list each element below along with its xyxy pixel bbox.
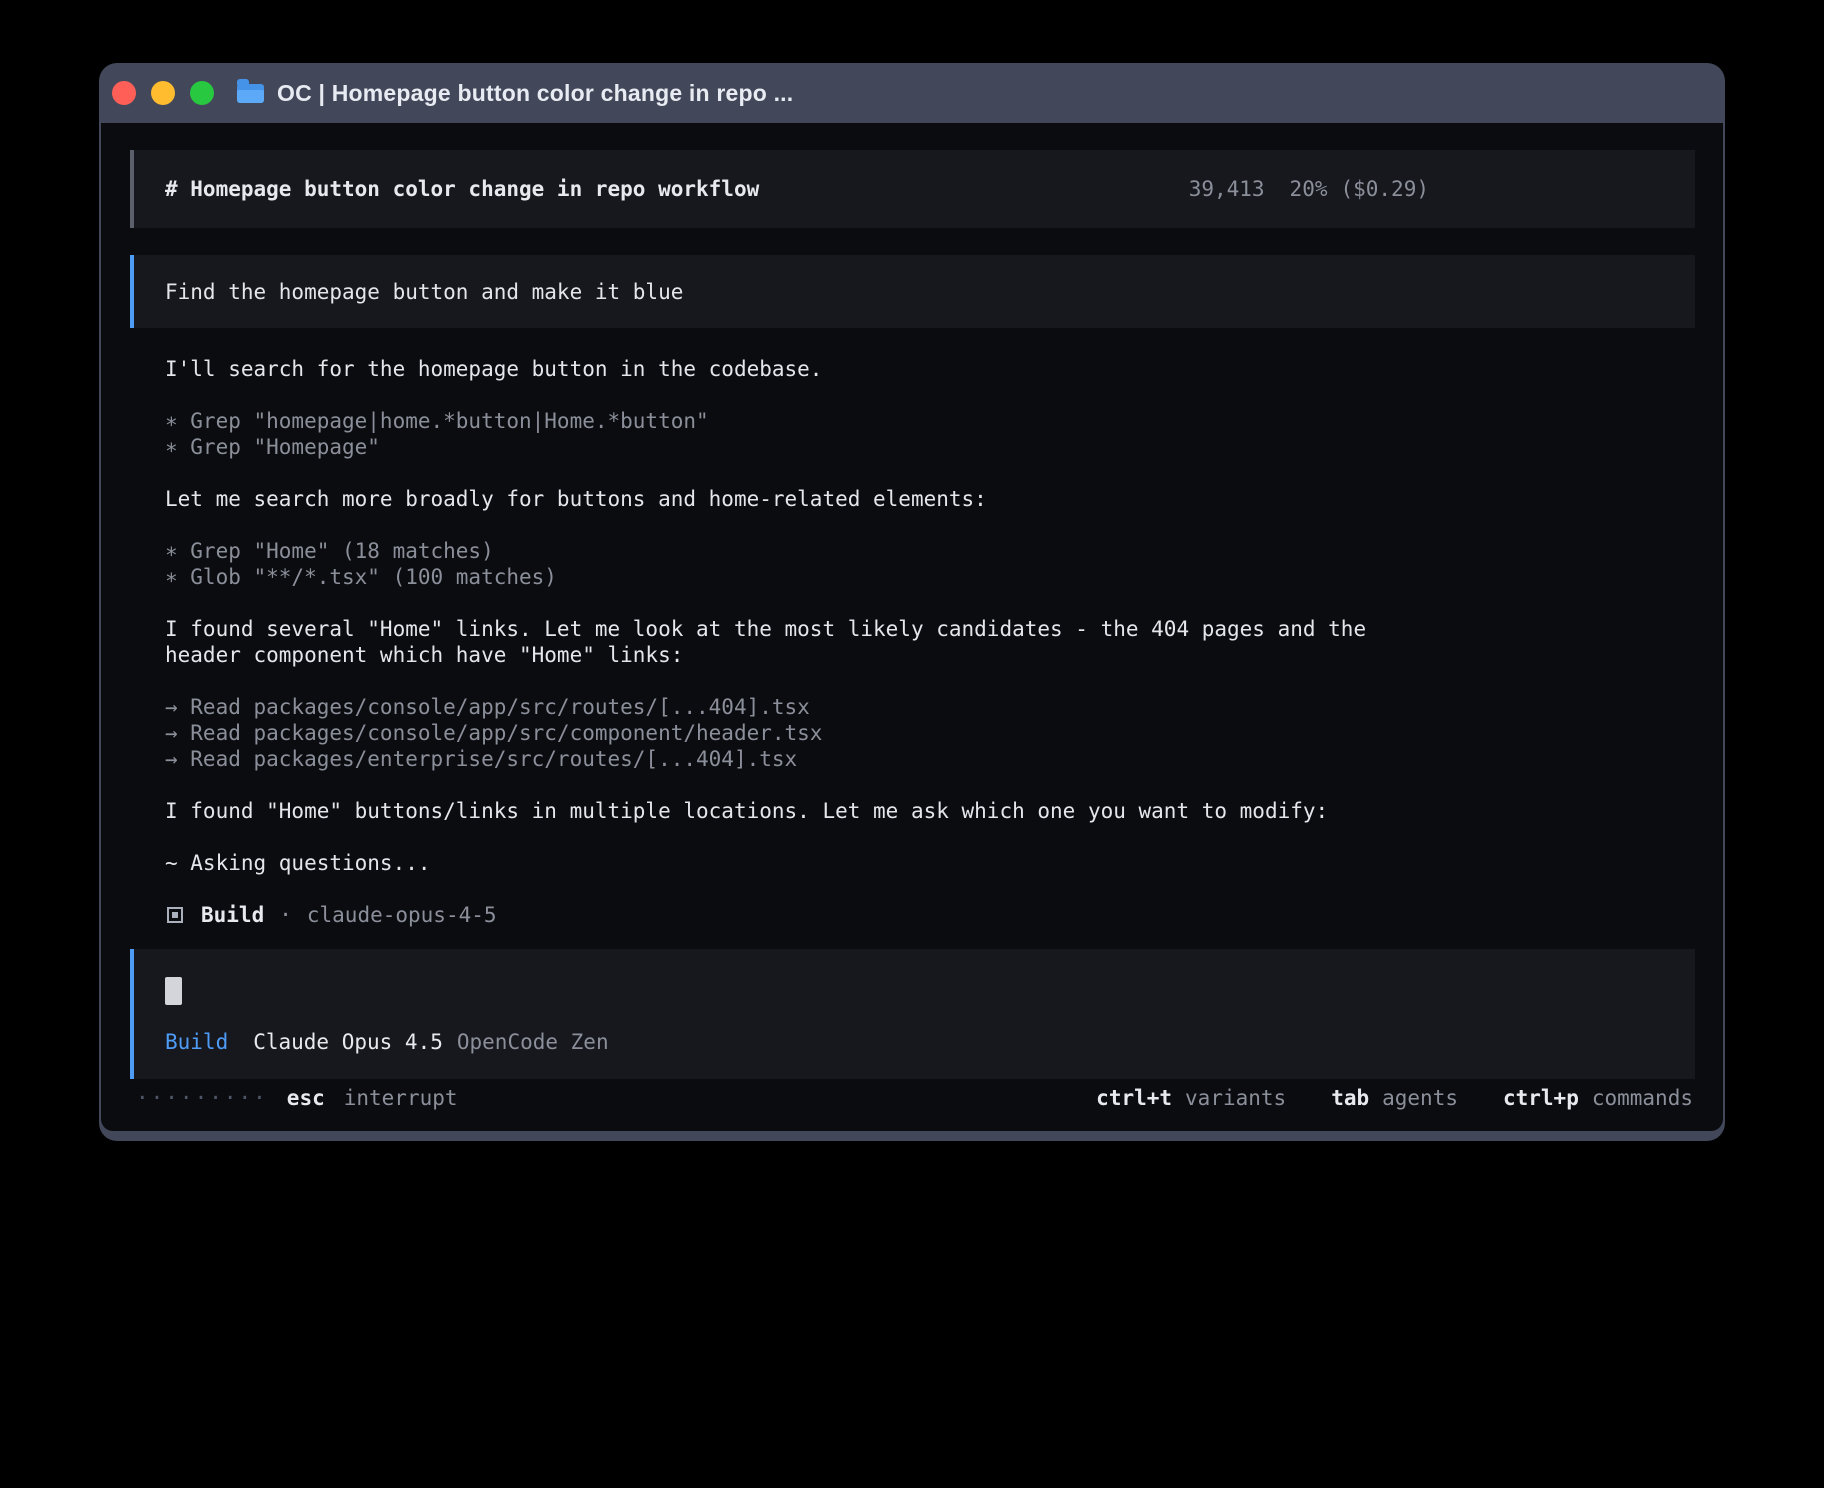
terminal-content: # Homepage button color change in repo w… xyxy=(101,123,1723,1131)
user-message: Find the homepage button and make it blu… xyxy=(130,255,1695,328)
token-count: 39,413 xyxy=(1189,176,1265,202)
zoom-button[interactable] xyxy=(190,81,214,105)
transcript: I'll search for the homepage button in t… xyxy=(130,356,1695,928)
window-title: OC | Homepage button color change in rep… xyxy=(277,80,793,107)
agent-badge: Build · claude-opus-4-5 xyxy=(165,902,1695,928)
session-header: # Homepage button color change in repo w… xyxy=(130,150,1695,228)
terminal-window: OC | Homepage button color change in rep… xyxy=(99,63,1725,1141)
shortcut-key: tab xyxy=(1331,1085,1369,1111)
input-status-row: Build Claude Opus 4.5 OpenCode Zen xyxy=(165,1029,1664,1055)
agent-name: Build xyxy=(201,903,264,927)
user-message-text: Find the homepage button and make it blu… xyxy=(165,280,683,304)
assistant-message: I'll search for the homepage button in t… xyxy=(165,356,1695,382)
tool-call-grep: ∗ Grep "Home" (18 matches) xyxy=(165,538,1695,564)
status-bar: ········· esc interrupt ctrl+t variants … xyxy=(130,1085,1695,1111)
folder-icon xyxy=(237,84,264,103)
provider-label: OpenCode Zen xyxy=(457,1029,609,1055)
tool-call-read: → Read packages/console/app/src/componen… xyxy=(165,720,1695,746)
agent-icon xyxy=(167,907,183,923)
tool-call-read: → Read packages/enterprise/src/routes/[.… xyxy=(165,746,1695,772)
context-percent: 20% xyxy=(1290,176,1328,202)
shortcut-key: ctrl+p xyxy=(1503,1085,1579,1111)
text-cursor xyxy=(165,977,182,1005)
activity-dots: ········· xyxy=(136,1085,268,1111)
shortcut-label: agents xyxy=(1382,1085,1458,1111)
working-status: ~ Asking questions... xyxy=(165,850,1695,876)
session-stats: 39,413 20% ($0.29) xyxy=(1189,176,1429,202)
session-title: # Homepage button color change in repo w… xyxy=(165,176,759,202)
shortcut-key: ctrl+t xyxy=(1096,1085,1172,1111)
esc-key-hint: esc xyxy=(287,1085,325,1111)
shortcut-commands: ctrl+p commands xyxy=(1503,1085,1693,1111)
model-label[interactable]: Claude Opus 4.5 xyxy=(253,1029,443,1055)
close-button[interactable] xyxy=(112,81,136,105)
esc-label: interrupt xyxy=(344,1085,458,1111)
assistant-message: I found "Home" buttons/links in multiple… xyxy=(165,798,1695,824)
tool-call-grep: ∗ Grep "Homepage" xyxy=(165,434,1695,460)
prompt-input[interactable]: Build Claude Opus 4.5 OpenCode Zen xyxy=(130,949,1695,1079)
assistant-message: Let me search more broadly for buttons a… xyxy=(165,486,1695,512)
agent-separator: · xyxy=(279,903,292,927)
shortcut-variants: ctrl+t variants xyxy=(1096,1085,1286,1111)
tool-call-grep: ∗ Grep "homepage|home.*button|Home.*butt… xyxy=(165,408,1695,434)
tool-call-read: → Read packages/console/app/src/routes/[… xyxy=(165,694,1695,720)
session-cost: ($0.29) xyxy=(1340,176,1429,202)
mode-label[interactable]: Build xyxy=(165,1029,228,1055)
shortcut-label: commands xyxy=(1592,1085,1693,1111)
window-titlebar[interactable]: OC | Homepage button color change in rep… xyxy=(99,63,1725,123)
tool-call-glob: ∗ Glob "**/*.tsx" (100 matches) xyxy=(165,564,1695,590)
minimize-button[interactable] xyxy=(151,81,175,105)
agent-model: claude-opus-4-5 xyxy=(307,903,497,927)
shortcut-agents: tab agents xyxy=(1331,1085,1458,1111)
assistant-message: I found several "Home" links. Let me loo… xyxy=(165,616,1435,668)
shortcut-label: variants xyxy=(1185,1085,1286,1111)
